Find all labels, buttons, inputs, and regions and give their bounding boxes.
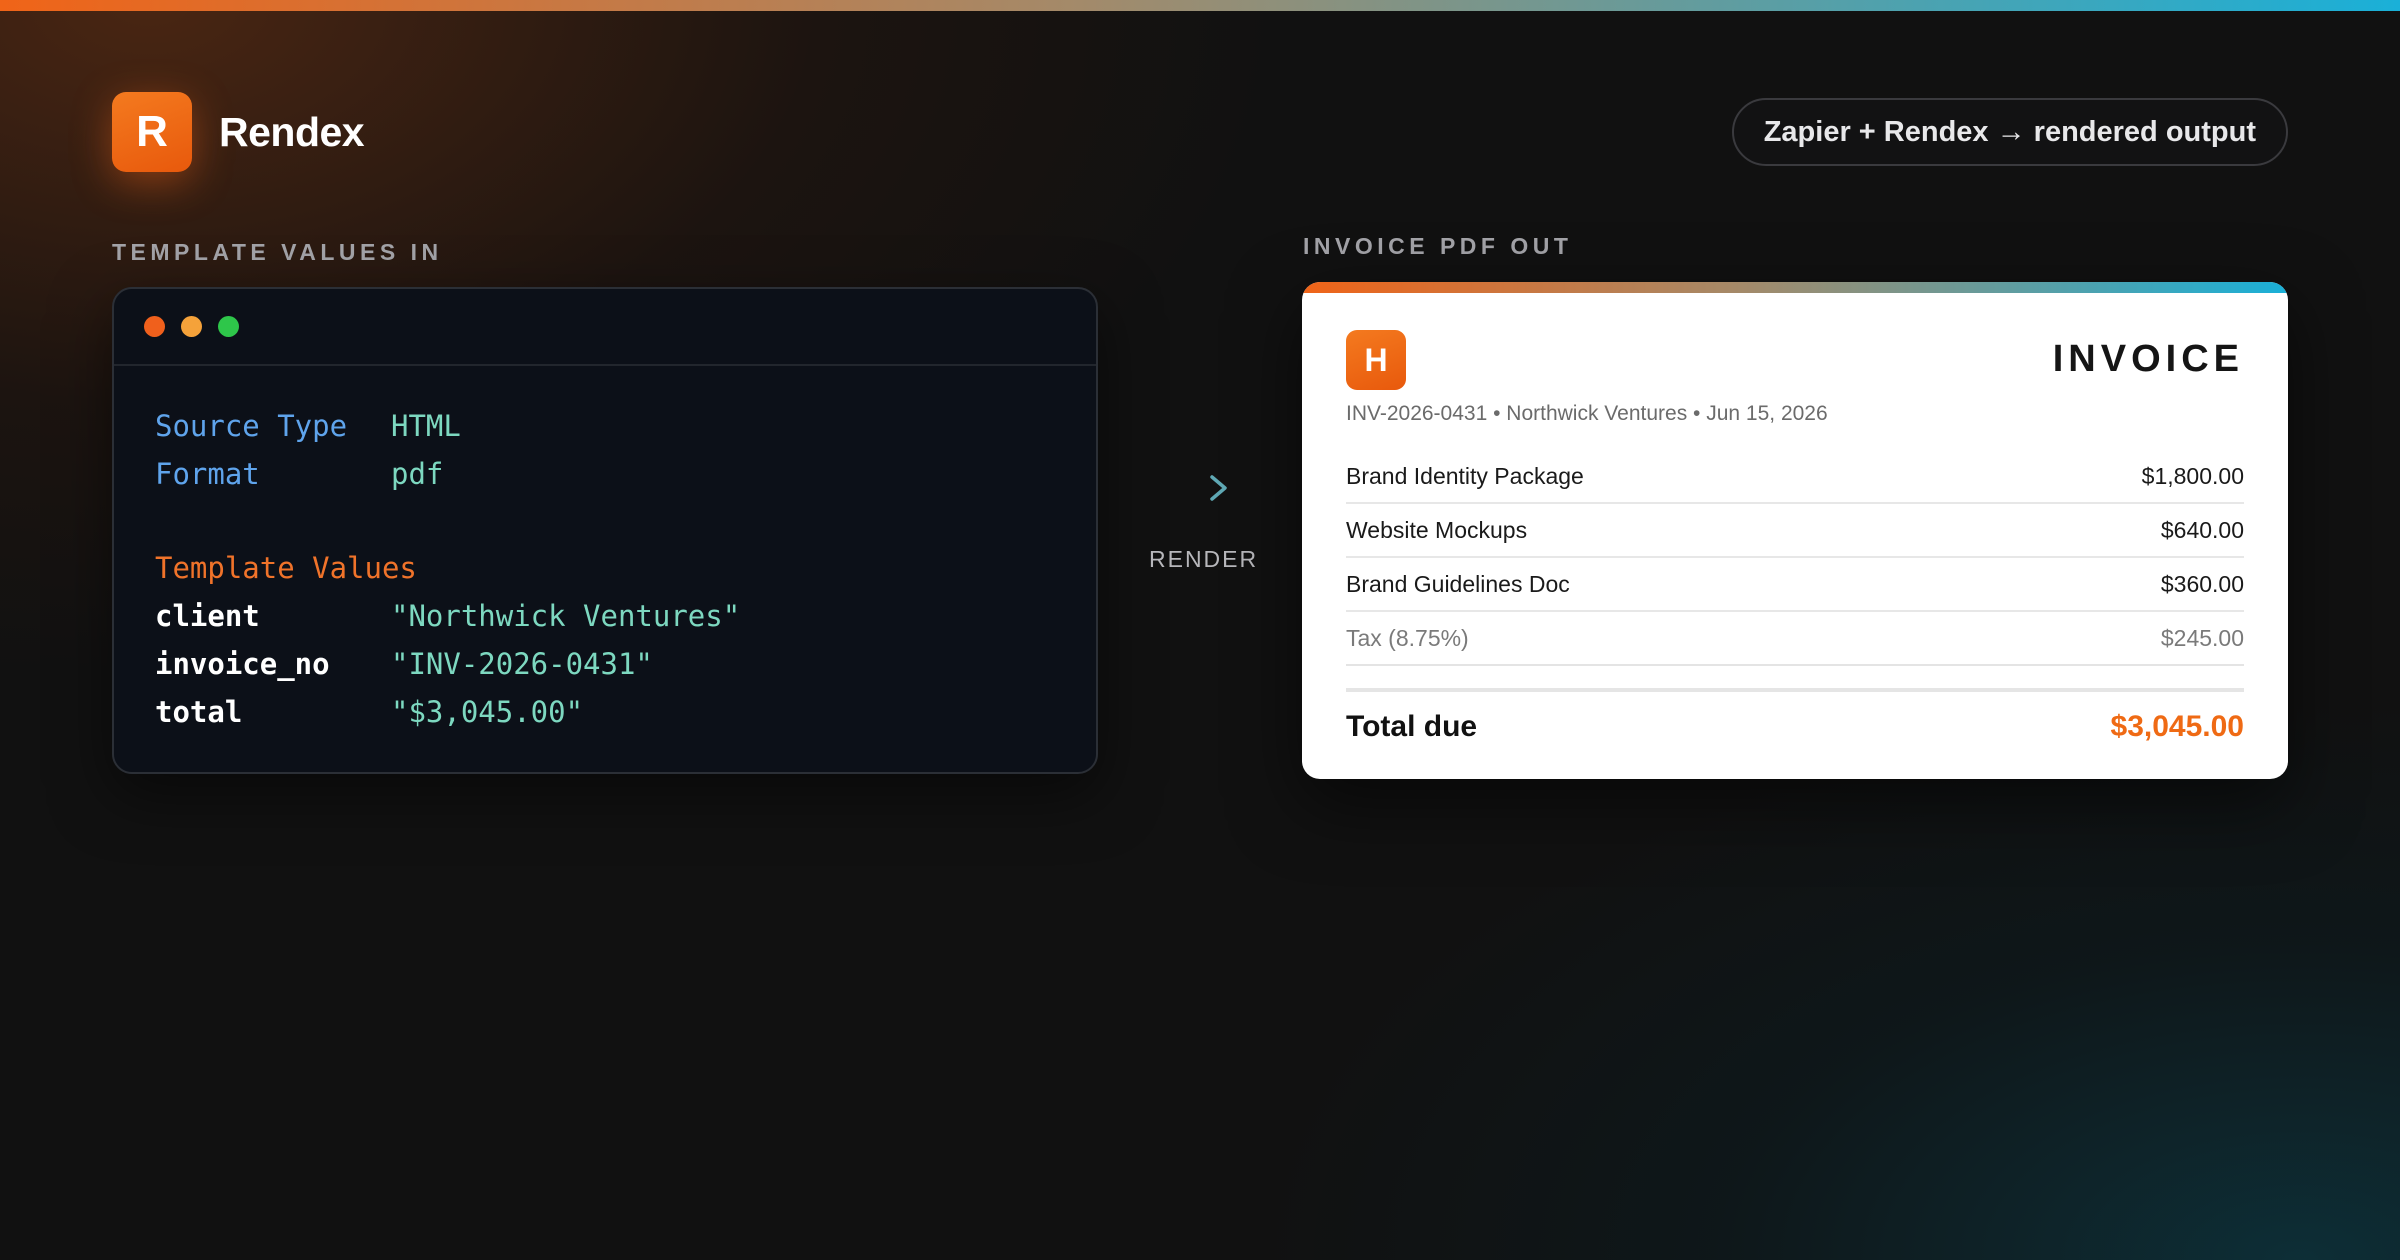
code-key: total (155, 695, 243, 729)
code-line: Format pdf (155, 450, 1096, 498)
invoice-title: INVOICE (2052, 338, 2244, 380)
invoice-tax-row: Tax (8.75%) $245.00 (1346, 612, 2244, 666)
render-label: RENDER (1149, 546, 1259, 572)
integration-pill: Zapier + Rendex → rendered output (1731, 98, 2288, 166)
invoice-meta: INV-2026-0431 • Northwick Ventures • Jun… (1346, 402, 1828, 425)
code-value: "Northwick Ventures" (391, 599, 741, 633)
line-item-amount: $1,800.00 (2141, 462, 2244, 489)
total-amount: $3,045.00 (2110, 710, 2244, 743)
code-key: invoice_no (155, 647, 330, 681)
invoice-card: H INVOICE INV-2026-0431 • Northwick Vent… (1302, 282, 2288, 779)
code-key: Source Type (155, 409, 348, 443)
invoice-line-item: Brand Identity Package $1,800.00 (1346, 450, 2244, 504)
line-item-label: Brand Guidelines Doc (1346, 570, 1570, 597)
line-item-label: Website Mockups (1346, 516, 1528, 543)
total-label: Total due (1346, 710, 1478, 743)
invoice-line-items: Brand Identity Package $1,800.00 Website… (1346, 450, 2244, 666)
code-line: Source Type HTML (155, 402, 1096, 450)
code-line: client "Northwick Ventures" (155, 592, 1096, 640)
code-value: pdf (391, 457, 444, 491)
line-item-amount: $360.00 (2160, 570, 2244, 597)
code-value: "INV-2026-0431" (391, 647, 653, 681)
code-line: invoice_no "INV-2026-0431" (155, 640, 1096, 688)
tax-amount: $245.00 (2160, 624, 2244, 651)
input-section-label: TEMPLATE VALUES IN (112, 239, 443, 265)
line-item-amount: $640.00 (2160, 516, 2244, 543)
code-key: Format (155, 457, 260, 491)
invoice-total-row: Total due $3,045.00 (1346, 688, 2244, 758)
window-title-bar (114, 289, 1096, 366)
invoice-line-item: Brand Guidelines Doc $360.00 (1346, 558, 2244, 612)
code-body: Source Type HTML Format pdf Template Val… (114, 366, 1096, 736)
code-line: Template Values (155, 544, 1096, 592)
close-dot-icon (144, 316, 165, 337)
brand-name: Rendex (219, 108, 365, 155)
maximize-dot-icon (218, 316, 239, 337)
minimize-dot-icon (181, 316, 202, 337)
top-gradient-bar (0, 0, 2400, 11)
brand: R Rendex (112, 92, 365, 172)
tax-label: Tax (8.75%) (1346, 624, 1469, 651)
brand-logo: R (112, 92, 192, 172)
code-key: client (155, 599, 260, 633)
invoice-logo: H (1346, 330, 1406, 390)
line-item-label: Brand Identity Package (1346, 462, 1584, 489)
invoice-gradient-bar (1302, 282, 2288, 293)
output-section-label: INVOICE PDF OUT (1303, 233, 1573, 259)
code-value: HTML (391, 409, 461, 443)
template-values-header: Template Values (155, 551, 417, 585)
arrow-right-icon (1170, 475, 1227, 501)
invoice-line-item: Website Mockups $640.00 (1346, 504, 2244, 558)
code-window: Source Type HTML Format pdf Template Val… (112, 287, 1098, 774)
code-value: "$3,045.00" (391, 695, 584, 729)
code-line: total "$3,045.00" (155, 688, 1096, 736)
